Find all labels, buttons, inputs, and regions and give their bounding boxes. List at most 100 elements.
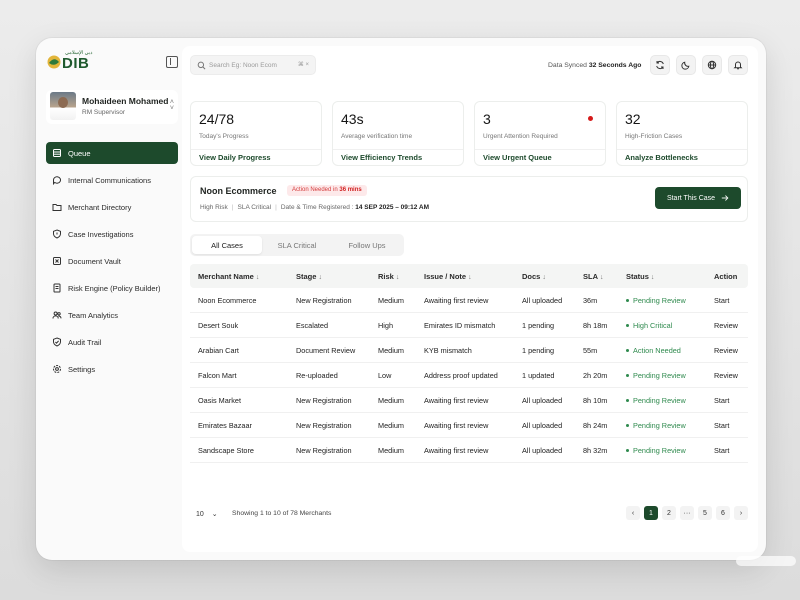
sidebar-item-settings[interactable]: Settings (46, 358, 178, 380)
page-button-6[interactable]: 6 (716, 506, 730, 520)
cell-docs: All uploaded (522, 445, 563, 455)
cell-risk: Medium (378, 420, 404, 430)
cell-stage: Document Review (296, 345, 356, 355)
sort-arrow-icon: ↓ (468, 273, 472, 281)
cell-stage: New Registration (296, 420, 352, 430)
refresh-button[interactable] (650, 55, 670, 75)
column-header-issue[interactable]: Issue / Note ↓ (416, 272, 514, 281)
search-input[interactable] (209, 59, 289, 72)
sync-status: Data Synced 32 Seconds Ago (548, 62, 641, 69)
page-ellipsis: ··· (680, 506, 694, 520)
cell-risk: Medium (378, 295, 404, 305)
cell-risk: Medium (378, 345, 404, 355)
stat-value: 32 (625, 111, 641, 127)
brand-logo: دبي الإسلامي DIB (46, 50, 180, 74)
chevron-updown-icon: ˄ ˅ (169, 99, 174, 112)
search-shortcut: ⌘ × (297, 62, 309, 68)
tab-sla-critical[interactable]: SLA Critical (262, 236, 332, 254)
cell-stage: Escalated (296, 320, 329, 330)
sidebar-item-risk-engine[interactable]: Risk Engine (Policy Builder) (46, 277, 178, 299)
cell-merchant: Oasis Market (198, 395, 241, 405)
column-header-docs[interactable]: Docs ↓ (514, 272, 575, 281)
sort-arrow-icon: ↓ (542, 273, 546, 281)
table-row[interactable]: Arabian Cart Document Review Medium KYB … (190, 338, 748, 363)
page-prev-button[interactable]: ‹ (626, 506, 640, 520)
stat-card-verification-time: 43s Average verification time View Effic… (332, 101, 464, 166)
search-bar[interactable]: ⌘ × (190, 55, 316, 75)
sidebar-item-label: Team Analytics (68, 310, 119, 320)
table-row[interactable]: Desert Souk Escalated High Emirates ID m… (190, 313, 748, 338)
merchant-table: Merchant Name ↓ Stage ↓ Risk ↓ Issue / Note… (190, 264, 748, 463)
view-urgent-queue-link[interactable]: View Urgent Queue (475, 149, 605, 165)
column-header-risk[interactable]: Risk ↓ (370, 272, 416, 281)
sidebar-item-internal-communications[interactable]: Internal Communications (46, 169, 178, 191)
cell-merchant: Arabian Cart (198, 345, 239, 355)
sidebar-item-merchant-directory[interactable]: Merchant Directory (46, 196, 178, 218)
table-row[interactable]: Falcon Mart Re-uploaded Low Address proo… (190, 363, 748, 388)
page-size-select[interactable]: 10 ⌄ (196, 510, 218, 518)
page-button-1[interactable]: 1 (644, 506, 658, 520)
cell-merchant: Noon Ecommerce (198, 295, 257, 305)
page-button-5[interactable]: 5 (698, 506, 712, 520)
user-name: Mohaideen Mohamed (82, 96, 169, 106)
cell-sla: 8h 18m (583, 320, 608, 330)
sort-arrow-icon: ↓ (395, 273, 400, 281)
users-icon (52, 310, 62, 320)
row-action-link[interactable]: Review (706, 321, 748, 330)
frame-reflection (736, 556, 796, 566)
sidebar-item-document-vault[interactable]: Document Vault (46, 250, 178, 272)
table-row[interactable]: Sandscape Store New Registration Medium … (190, 438, 748, 463)
language-button[interactable] (702, 55, 722, 75)
layers-icon (52, 148, 62, 158)
row-action-link[interactable]: Review (706, 346, 748, 355)
stat-value: 43s (341, 111, 364, 127)
sidebar-item-queue[interactable]: Queue (46, 142, 178, 164)
tab-all-cases[interactable]: All Cases (192, 236, 262, 254)
column-header-status[interactable]: Status ↓ (618, 272, 706, 281)
start-case-button[interactable]: Start This Case (655, 187, 741, 209)
row-action-link[interactable]: Start (706, 396, 748, 405)
cell-issue: Awaiting first review (424, 420, 489, 430)
badge-time: 36 mins (339, 187, 362, 193)
table-row[interactable]: Emirates Bazaar New Registration Medium … (190, 413, 748, 438)
action-needed-badge: Action Needed in 36 mins (287, 185, 367, 196)
page-next-button[interactable]: › (734, 506, 748, 520)
row-action-link[interactable]: Start (706, 296, 748, 305)
sidebar-item-case-investigations[interactable]: Case Investigations (46, 223, 178, 245)
cell-issue: Address proof updated (424, 370, 498, 380)
chevron-down-icon: ⌄ (211, 511, 218, 518)
row-action-link[interactable]: Review (706, 371, 748, 380)
sidebar-item-audit-trail[interactable]: Audit Trail (46, 331, 178, 353)
table-row[interactable]: Noon Ecommerce New Registration Medium A… (190, 288, 748, 313)
tab-follow-ups[interactable]: Follow Ups (332, 236, 402, 254)
page-button-2[interactable]: 2 (662, 506, 676, 520)
notifications-button[interactable] (728, 55, 748, 75)
shield-icon (52, 229, 62, 239)
row-action-link[interactable]: Start (706, 446, 748, 455)
column-header-sla[interactable]: SLA ↓ (575, 272, 618, 281)
analyze-bottlenecks-link[interactable]: Analyze Bottlenecks (617, 149, 747, 165)
user-profile[interactable]: Mohaideen Mohamed RM Supervisor ˄ ˅ (46, 90, 178, 124)
status-badge: Pending Review (626, 446, 686, 455)
stat-value: 24/78 (199, 111, 235, 127)
stat-card-high-friction: 32 High-Friction Cases Analyze Bottlenec… (616, 101, 748, 166)
row-action-link[interactable]: Start (706, 421, 748, 430)
view-efficiency-trends-link[interactable]: View Efficiency Trends (333, 149, 463, 165)
sidebar-item-team-analytics[interactable]: Team Analytics (46, 304, 178, 326)
cell-stage: Re-uploaded (296, 370, 338, 380)
user-role: RM Supervisor (82, 109, 125, 116)
column-header-merchant[interactable]: Merchant Name ↓ (190, 272, 288, 281)
status-badge: Pending Review (626, 421, 686, 430)
shield-check-icon (52, 337, 62, 347)
view-daily-progress-link[interactable]: View Daily Progress (191, 149, 321, 165)
sidebar-collapse-icon[interactable] (166, 56, 178, 68)
column-header-stage[interactable]: Stage ↓ (288, 272, 370, 281)
theme-toggle-button[interactable] (676, 55, 696, 75)
cell-stage: New Registration (296, 295, 352, 305)
table-row[interactable]: Oasis Market New Registration Medium Awa… (190, 388, 748, 413)
globe-icon (707, 60, 717, 70)
cell-risk: Low (378, 370, 392, 380)
cell-merchant: Desert Souk (198, 320, 239, 330)
cell-docs: 1 updated (522, 370, 555, 380)
cell-merchant: Emirates Bazaar (198, 420, 252, 430)
